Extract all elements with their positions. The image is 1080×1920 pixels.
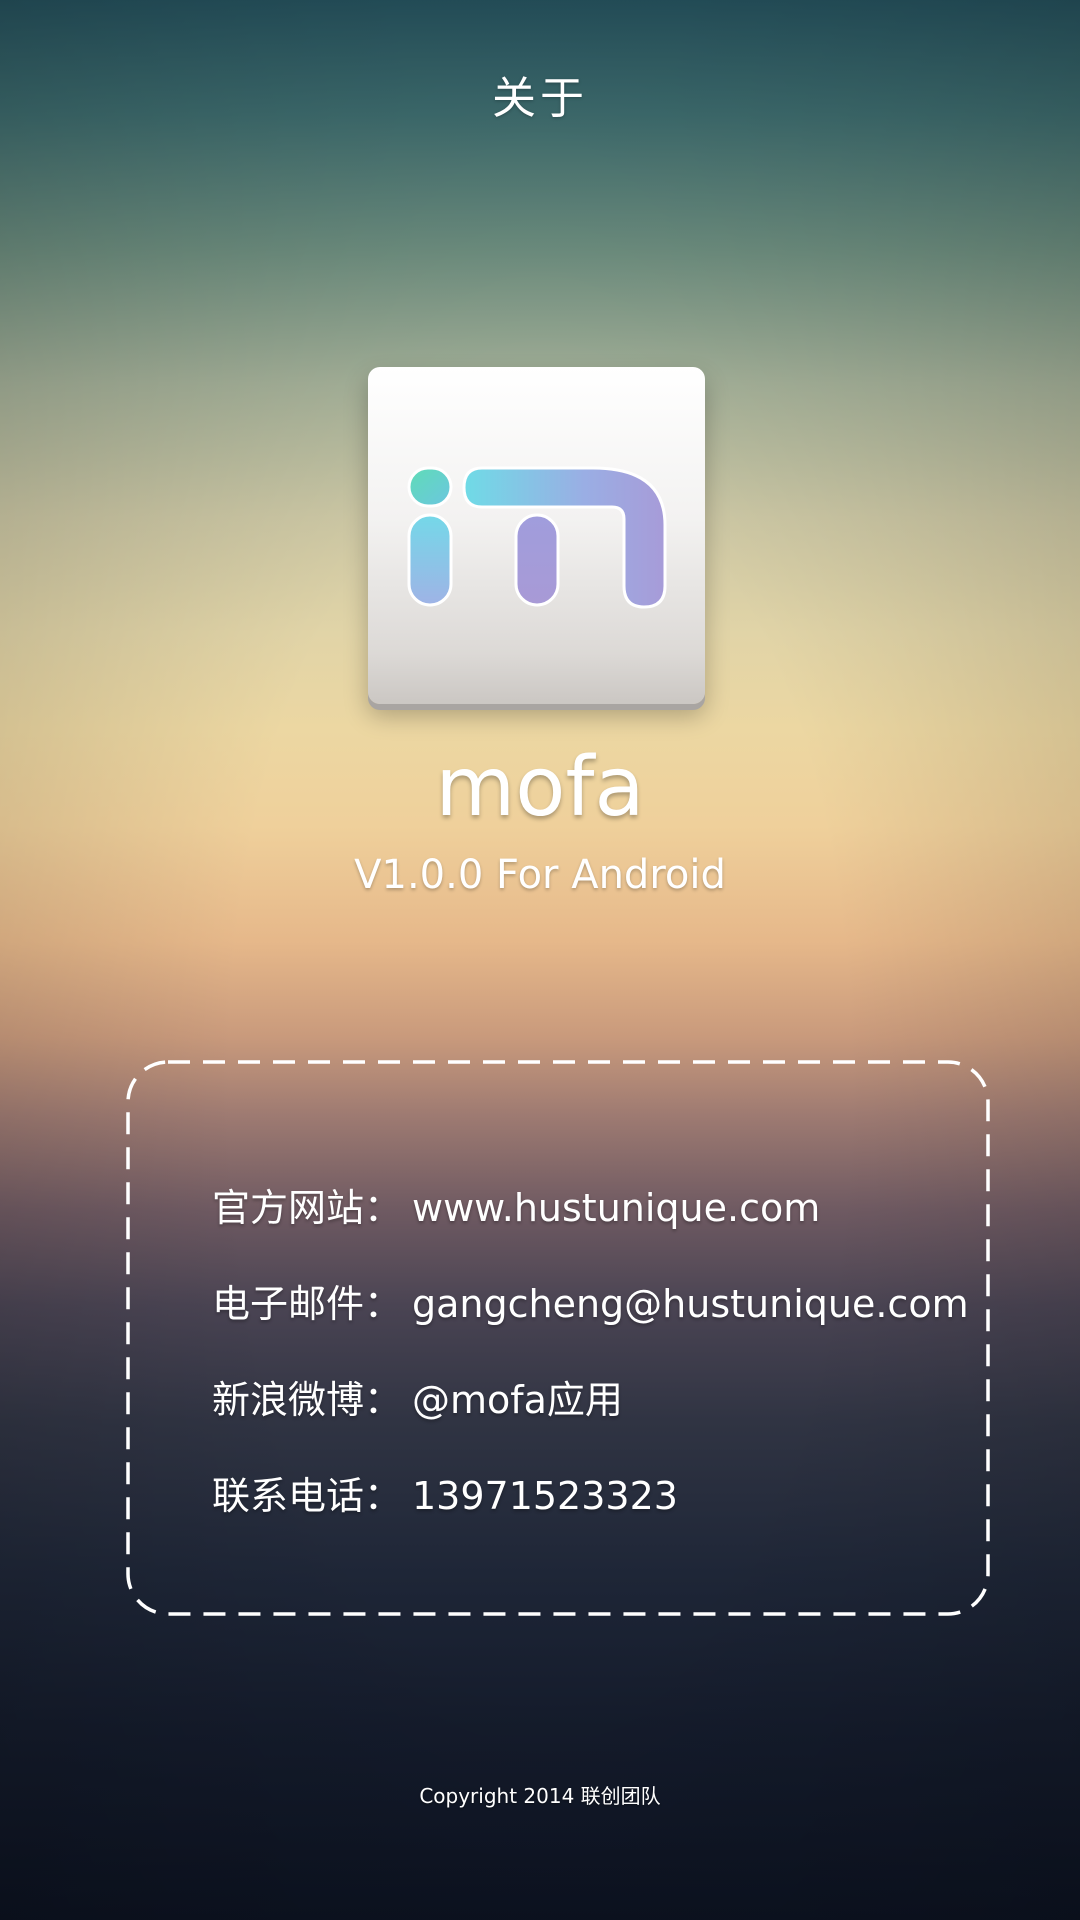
email-label: 电子邮件： [212,1282,403,1326]
mofa-logo-graphic [407,466,667,609]
weibo-link[interactable]: @mofa应用 [412,1352,623,1448]
app-name: mofa [435,740,645,835]
website-link[interactable]: www.hustunique.com [412,1160,820,1256]
contact-list: 官方网站： www.hustunique.com 电子邮件： gangcheng@h… [212,1160,969,1544]
website-label: 官方网站： [212,1186,403,1230]
contact-email-row: 电子邮件： gangcheng@hustunique.com [212,1256,969,1352]
contact-info-panel: 官方网站： www.hustunique.com 电子邮件： gangcheng@h… [126,1060,990,1616]
page-title: 关于 [492,73,588,124]
weibo-label: 新浪微博： [212,1378,403,1422]
contact-weibo-row: 新浪微博： @mofa应用 [212,1352,969,1448]
app-version: V1.0.0 For Android [354,852,726,898]
phone-label: 联系电话： [212,1474,403,1518]
email-link[interactable]: gangcheng@hustunique.com [412,1256,969,1352]
contact-phone-row: 联系电话： 13971523323 [212,1448,969,1544]
mofa-logo-icon [368,367,705,704]
phone-link[interactable]: 13971523323 [412,1448,678,1544]
copyright-text: Copyright 2014 联创团队 [419,1784,661,1808]
background-vignette [0,0,1080,1920]
contact-website-row: 官方网站： www.hustunique.com [212,1160,969,1256]
